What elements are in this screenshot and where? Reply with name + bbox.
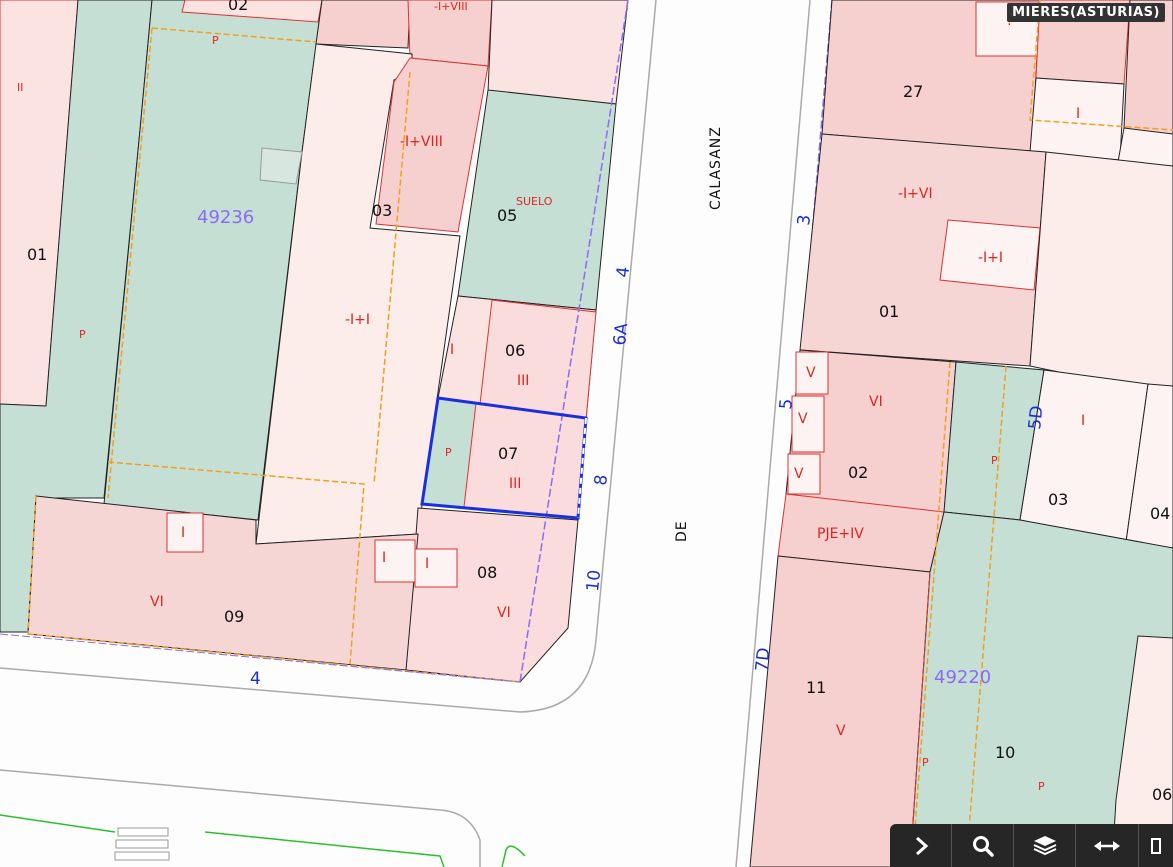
search-button[interactable]: [952, 824, 1015, 867]
floor-label: P: [445, 446, 452, 459]
measure-button[interactable]: [1076, 824, 1139, 867]
street-name-calasanz: CALASANZ: [708, 126, 724, 210]
floor-label: P: [79, 328, 86, 341]
parcel-label-10: 10: [995, 743, 1015, 762]
house-number: 7D: [752, 647, 774, 673]
parcel-label-06: 06: [505, 341, 525, 360]
floor-label: III: [509, 476, 521, 492]
house-number: 4: [250, 669, 261, 689]
parcel-label-05: 05: [497, 206, 517, 225]
house-number: 5D: [1025, 405, 1047, 431]
house-number: 5: [776, 398, 797, 411]
floor-label: V: [798, 411, 808, 427]
floor-label: VI: [497, 605, 511, 621]
floor-label: II: [17, 81, 24, 94]
parcel-label-09: 09: [224, 607, 244, 626]
floor-label: -I+VIII: [434, 0, 468, 13]
more-icon: [1150, 837, 1161, 854]
parcel-label-06-right: 06: [1152, 785, 1172, 804]
map-toolbar: [890, 824, 1173, 867]
floor-label: -I+VI: [898, 186, 933, 202]
parcel-label-02-right: 02: [848, 463, 868, 482]
floor-label: I: [382, 550, 386, 566]
floor-label: P: [1038, 780, 1045, 793]
floor-label: I: [181, 525, 185, 541]
house-number: 10: [583, 569, 605, 593]
block-id-label: 49220: [934, 667, 991, 688]
cadastral-map[interactable]: 02 27 01 05 03 01 06 07 02 03 04 08 09 1…: [0, 0, 1173, 867]
parcel-label-01-left: 01: [27, 245, 47, 264]
measure-arrows-icon: [1093, 840, 1120, 851]
floor-label: I: [425, 556, 429, 572]
search-icon: [972, 835, 994, 857]
floor-label: I: [1076, 106, 1080, 122]
parcel-label-08: 08: [477, 563, 497, 582]
floor-label: I: [450, 342, 454, 358]
parcel-label-01-right: 01: [879, 302, 899, 321]
floor-label: VI: [869, 394, 883, 410]
house-number: 3: [794, 214, 815, 227]
floor-label: V: [806, 365, 816, 381]
parcel-label-27: 27: [903, 82, 923, 101]
street-name-de: DE: [674, 520, 690, 542]
map-canvas[interactable]: 02 27 01 05 03 01 06 07 02 03 04 08 09 1…: [0, 0, 1173, 867]
region-badge: MIERES(ASTURIAS): [1007, 3, 1165, 22]
floor-label: -I+I: [978, 250, 1003, 266]
chevron-right-icon: [915, 836, 928, 855]
parcel-label-04: 04: [1150, 504, 1170, 523]
parcel-label-02: 02: [228, 0, 248, 14]
floor-label: SUELO: [516, 195, 553, 208]
floor-label: III: [517, 373, 529, 389]
house-number: 6A: [610, 322, 632, 347]
floor-label: VI: [150, 594, 164, 610]
floor-label: PJE+IV: [817, 526, 864, 542]
layers-button[interactable]: [1014, 824, 1077, 867]
parcel-label-11: 11: [806, 678, 826, 697]
floor-label: P: [991, 454, 998, 467]
block-id-label: 49236: [197, 207, 254, 228]
floor-label: I: [1081, 413, 1085, 429]
house-number: 8: [591, 474, 612, 487]
floor-label: V: [794, 466, 804, 482]
parcel-label-03: 03: [372, 201, 392, 220]
floor-label: -I+I: [345, 312, 370, 328]
floor-label: P: [922, 756, 929, 769]
floor-label: -I+VIII: [400, 134, 443, 150]
layers-icon: [1033, 835, 1057, 855]
floor-label: V: [836, 723, 846, 739]
expand-toolbar-button[interactable]: [890, 824, 953, 867]
parcel-label-03-right: 03: [1048, 490, 1068, 509]
more-button[interactable]: [1139, 824, 1173, 867]
floor-label: P: [212, 34, 219, 47]
house-number: 4: [613, 266, 634, 279]
parcel-label-07: 07: [498, 444, 518, 463]
